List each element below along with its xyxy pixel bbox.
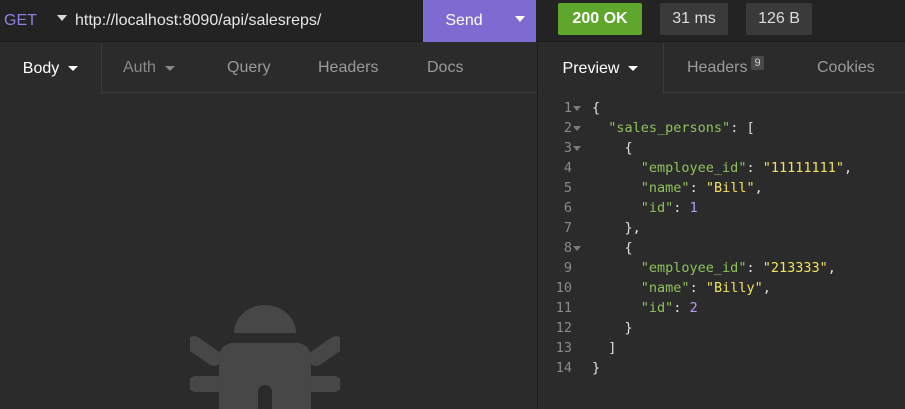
tab-query[interactable]: Query [227,43,271,93]
tab-body[interactable]: Body [0,43,102,94]
response-tabs: Preview Headers 9 Cookies [538,43,905,94]
tab-preview[interactable]: Preview [538,43,664,94]
line-number: 6 [563,200,572,216]
json-key: "name" [640,280,690,296]
response-pane: Preview Headers 9 Cookies 1{ 2 "sales_pe… [538,43,905,409]
tab-auth-label: Auth [123,59,156,76]
code-line: 2 "sales_persons": [ [538,118,905,138]
json-string: "213333" [762,260,828,276]
line-number: 14 [555,360,572,376]
method-label: GET [4,12,37,29]
code-line: 12 } [538,318,905,338]
status-badge: 200 OK [558,3,642,35]
tab-body-label: Body [22,59,60,77]
line-number: 3 [563,140,572,156]
line-number: 11 [555,300,572,316]
code-line: 7 }, [538,218,905,238]
fold-toggle-icon[interactable] [573,106,581,111]
line-number: 5 [563,180,572,196]
line-number: 4 [563,160,572,176]
json-key: "id" [640,200,674,216]
line-number: 7 [563,220,572,236]
line-number: 10 [555,280,572,296]
request-bar: GET http://localhost:8090/api/salesreps/… [0,0,905,42]
code-line: 9 "employee_id": "213333", [538,258,905,278]
json-string: "Bill" [705,180,755,196]
json-key: "employee_id" [640,160,747,176]
chevron-down-icon [628,66,639,71]
code-line: 10 "name": "Billy", [538,278,905,298]
code-line: 4 "employee_id": "11111111", [538,158,905,178]
json-key: "name" [640,180,690,196]
bug-icon [190,305,340,409]
tab-preview-label: Preview [562,59,620,77]
chevron-down-icon [57,15,67,21]
tab-response-headers[interactable]: Headers 9 [687,43,764,93]
code-line: 14} [538,358,905,378]
line-number: 8 [563,240,572,256]
code-line: 13 ] [538,338,905,358]
code-line: 3 { [538,138,905,158]
tab-cookies[interactable]: Cookies [817,43,875,93]
code-line: 1{ [538,98,905,118]
code-line: 11 "id": 2 [538,298,905,318]
json-string: "Billy" [705,280,763,296]
request-pane: Body Auth Query Headers Docs [0,43,537,409]
tab-headers[interactable]: Headers [318,43,378,93]
response-time-badge: 31 ms [660,3,728,35]
json-key: "sales_persons" [608,120,731,136]
json-key: "employee_id" [640,260,747,276]
headers-count-badge: 9 [751,56,764,70]
method-select[interactable]: GET [0,0,70,42]
fold-toggle-icon[interactable] [573,246,581,251]
line-number: 13 [555,340,572,356]
fold-toggle-icon[interactable] [573,146,581,151]
send-button[interactable]: Send [423,0,505,42]
json-number: 2 [689,300,698,316]
url-input[interactable]: http://localhost:8090/api/salesreps/ [75,0,321,42]
tab-auth[interactable]: Auth [123,43,175,93]
json-number: 1 [689,200,698,216]
response-size-badge: 126 B [746,3,812,35]
line-number: 9 [563,260,572,276]
chevron-down-icon [164,65,175,71]
request-tabs: Body Auth Query Headers Docs [0,43,537,94]
chevron-down-icon [68,66,79,71]
line-number: 12 [555,320,572,336]
tab-response-headers-label: Headers [687,59,748,76]
send-options-button[interactable] [505,0,536,42]
tab-docs[interactable]: Docs [427,43,463,93]
code-line: 8 { [538,238,905,258]
code-line: 6 "id": 1 [538,198,905,218]
json-string: "11111111" [762,160,844,176]
code-line: 5 "name": "Bill", [538,178,905,198]
json-preview: 1{ 2 "sales_persons": [ 3 { 4 "employee_… [538,98,905,378]
json-key: "id" [640,300,674,316]
line-number: 1 [563,100,572,116]
fold-toggle-icon[interactable] [573,126,581,131]
line-number: 2 [563,120,572,136]
